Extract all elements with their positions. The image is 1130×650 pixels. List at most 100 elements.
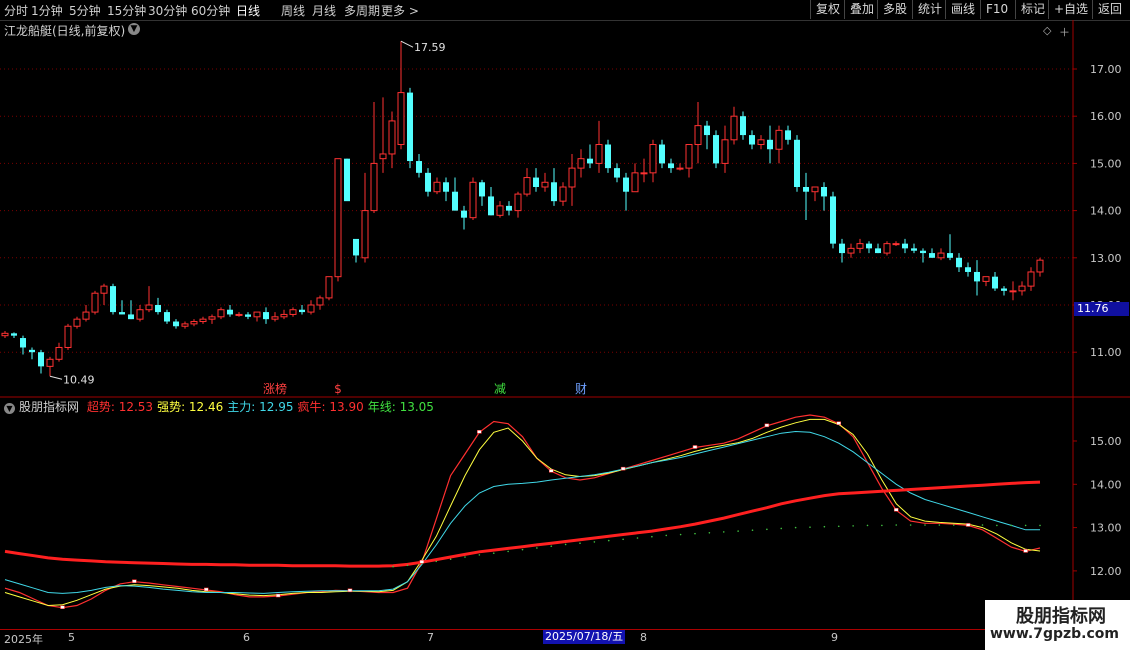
year-line-dot [521, 548, 524, 551]
signal-marker [620, 466, 626, 471]
signal-marker [965, 523, 971, 527]
candle-body [181, 323, 189, 327]
period-tab-10[interactable]: 更多 > [381, 2, 419, 19]
period-tab-4[interactable]: 30分钟 [148, 2, 187, 19]
period-tab-5[interactable]: 60分钟 [191, 2, 230, 19]
candle-body [775, 129, 783, 150]
period-tab-7[interactable]: 周线 [281, 2, 305, 19]
period-tab-8[interactable]: 月线 [312, 2, 336, 19]
toolbar-button-4[interactable]: 画线 [945, 0, 980, 19]
toolbar-button-2[interactable]: 多股 [877, 0, 912, 19]
indicator-axis-label: 14.00 [1090, 478, 1122, 491]
signal-marker [1023, 549, 1028, 553]
candle-body [830, 196, 836, 244]
toolbar-button-8[interactable]: 返回 [1092, 0, 1127, 19]
year-line-dot [636, 537, 639, 539]
candle-body [704, 125, 710, 136]
period-tab-0[interactable]: 分时 [4, 2, 28, 19]
candle-body [911, 248, 917, 251]
candle-body [902, 243, 908, 249]
candle-body [623, 177, 629, 192]
candle-body [217, 309, 225, 318]
candle-body [235, 313, 243, 316]
toolbar-button-3[interactable]: 统计 [912, 0, 947, 19]
candle-body [461, 210, 467, 218]
candle-body [506, 205, 512, 211]
candle-body [839, 243, 845, 254]
toolbar-button-5[interactable]: F10 [980, 0, 1013, 19]
year-line-dot [766, 528, 768, 531]
watermark-url: www.7gpzb.com [990, 626, 1120, 642]
signal-marker [764, 423, 770, 428]
candle-body [614, 168, 620, 178]
candle-body [866, 243, 872, 249]
date-label-0: 2025年 [4, 633, 43, 646]
kline-chart[interactable]: 17.00 16.00 15.00 14.00 13.00 12.00 11.00 17.59… [0, 20, 1130, 630]
indicator-axis-label: 13.00 [1090, 522, 1122, 535]
toolbar-button-1[interactable]: 叠加 [844, 0, 879, 19]
period-tab-1[interactable]: 1分钟 [31, 2, 63, 19]
candle-body [344, 158, 350, 202]
year-line-dot [996, 524, 998, 527]
candle-body [263, 312, 269, 320]
candle-body [1009, 290, 1017, 293]
price-axis-label: 17.00 [1090, 63, 1122, 76]
year-line-dot [780, 527, 783, 530]
candle-body [974, 271, 980, 282]
indicator-value-3: 疯牛: 13.90 [297, 400, 364, 414]
candle-body [982, 276, 990, 282]
candle-body [361, 210, 369, 259]
candle-body [145, 304, 153, 311]
candle-body [496, 205, 504, 216]
signal-marker [836, 421, 841, 425]
year-line-dot [507, 550, 509, 553]
candle-body [595, 144, 603, 164]
year-line-dot [794, 526, 797, 529]
candle-body [199, 318, 207, 323]
candle-body [173, 321, 179, 327]
year-line-dot [952, 524, 955, 526]
trend-line-zhuli [4, 430, 1040, 594]
candle-body [20, 338, 26, 348]
period-tab-9[interactable]: 多周期 [344, 2, 380, 19]
period-tab-3[interactable]: 15分钟 [107, 2, 146, 19]
toolbar-button-0[interactable]: 复权 [810, 0, 845, 19]
candle-body [676, 167, 684, 170]
candle-body [794, 139, 800, 187]
year-line-dot [809, 526, 811, 528]
period-tab-6[interactable]: 日线 [236, 2, 260, 19]
date-label-3: 7 [427, 631, 434, 644]
candle-body [73, 318, 81, 327]
chevron-down-icon[interactable]: ▼ [4, 403, 15, 414]
candle-body [1, 332, 9, 337]
low-label: 10.49 [63, 373, 95, 386]
candle-body [757, 139, 765, 146]
candle-body [587, 158, 593, 164]
candle-body [136, 309, 144, 320]
date-label-5: 9 [831, 631, 838, 644]
period-tab-2[interactable]: 5分钟 [69, 2, 101, 19]
year-line-dot [737, 530, 739, 532]
candle-body [523, 177, 531, 195]
candle-body [803, 187, 809, 192]
candle-body [100, 285, 108, 294]
candle-body [416, 161, 422, 173]
toolbar-button-6[interactable]: 标记 [1015, 0, 1050, 19]
indicator-name[interactable]: 股朋指标网 [19, 400, 79, 414]
high-pointer [400, 40, 414, 48]
price-axis-label: 13.00 [1090, 252, 1122, 265]
candle-body [271, 316, 279, 320]
candle-body [289, 309, 297, 315]
candle-body [640, 172, 648, 175]
year-line-dot [478, 554, 481, 556]
price-axis-label: 11.00 [1090, 346, 1122, 359]
candle-body [110, 286, 116, 313]
year-line-dot [1039, 524, 1041, 527]
candle-body [334, 158, 342, 278]
date-label-4: 8 [640, 631, 647, 644]
toolbar-button-7[interactable]: +自选 [1048, 0, 1093, 19]
indicator-header: ▼ 股朋指标网 超势: 12.53 强势: 12.46 主力: 12.95 疯牛: 13… [4, 398, 442, 415]
candle-body [299, 309, 305, 313]
indicator-axis-label: 15.00 [1090, 435, 1122, 448]
candle-body [1036, 259, 1044, 273]
